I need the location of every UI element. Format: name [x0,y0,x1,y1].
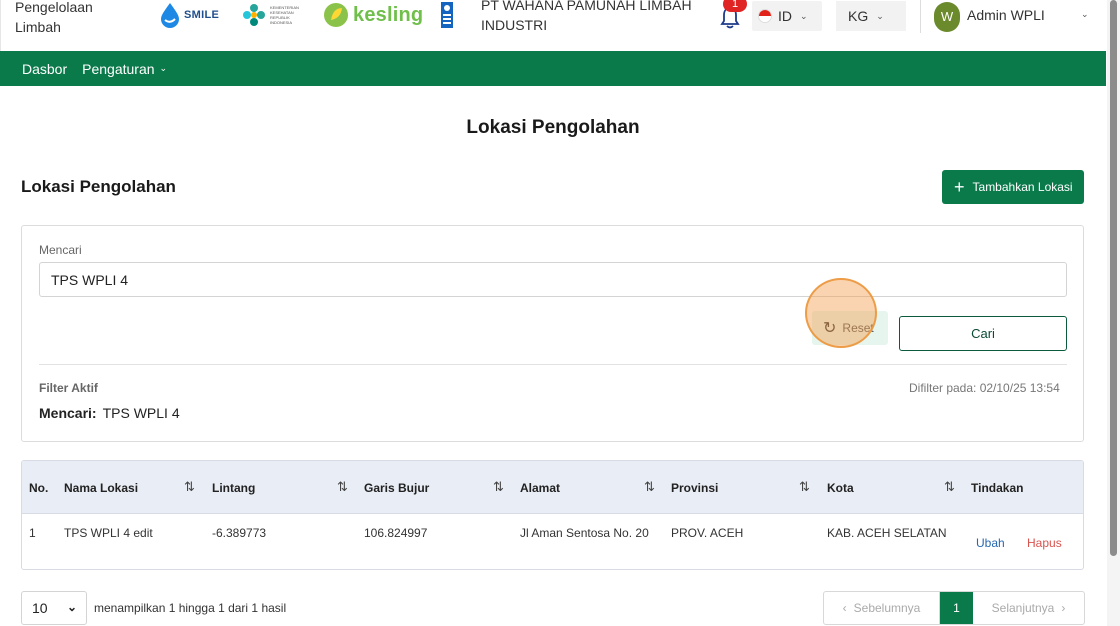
chevron-right-icon: › [1061,601,1066,615]
scrollbar-thumb[interactable] [1110,0,1117,556]
divider [920,0,921,33]
kesling-logo: kesling [323,2,423,28]
page-size-select[interactable]: 10 ⌄ [21,591,87,625]
cell-kota: KAB. ACEH SELATAN [827,526,947,540]
app-name: Pengelolaan Limbah [15,0,93,35]
active-filter-label: Filter Aktif [39,381,98,395]
chevron-left-icon: ‹ [842,601,847,615]
top-header: Pengelolaan Limbah SMILE KEMENTERIAN KES… [0,0,1106,51]
add-location-label: Tambahkan Lokasi [972,180,1073,194]
sort-icon[interactable]: ⇅ [493,479,504,495]
column-header-nama-lokasi[interactable]: Nama Lokasi [64,481,138,495]
undp-logo [441,2,453,28]
indonesia-flag-icon [758,9,772,23]
active-filter-value: TPS WPLI 4 [102,405,180,421]
kemkes-emblem-icon [243,4,265,26]
avatar[interactable]: W [934,2,960,32]
chevron-down-icon[interactable]: ⌄ [160,63,168,74]
user-menu-chevron-icon[interactable]: ⌄ [1081,9,1089,20]
results-summary: menampilkan 1 hingga 1 dari 1 hasil [94,601,287,615]
locations-table: No. Nama Lokasi ⇅ Lintang ⇅ Garis Bujur … [21,460,1084,570]
sort-icon[interactable]: ⇅ [799,479,810,495]
chevron-down-icon: ⌄ [800,10,808,21]
column-header-provinsi[interactable]: Provinsi [671,481,718,495]
plus-icon: + [954,177,965,197]
user-name[interactable]: Admin WPLI [967,7,1045,23]
next-label: Selanjutnya [991,601,1055,615]
smile-logo: SMILE [159,2,219,28]
delete-link[interactable]: Hapus [1027,536,1062,550]
sort-icon[interactable]: ⇅ [944,479,955,495]
page-size-value: 10 [32,600,48,616]
search-button[interactable]: Cari [899,316,1067,351]
table-header: No. Nama Lokasi ⇅ Lintang ⇅ Garis Bujur … [22,461,1083,514]
nav-item-pengaturan[interactable]: Pengaturan [82,61,154,77]
active-filter-key: Mencari: [39,405,97,421]
column-header-lintang[interactable]: Lintang [212,481,255,495]
notification-count-badge: 1 [723,0,747,12]
reset-label: Reset [842,321,874,335]
cell-lintang: -6.389773 [212,526,267,540]
edit-link[interactable]: Ubah [976,536,1005,550]
cell-provinsi: PROV. ACEH [671,526,744,540]
divider [39,364,1067,365]
leaf-icon [324,3,348,27]
main-nav: Dasbor Pengaturan ⌄ [0,51,1106,86]
search-input[interactable] [39,262,1067,297]
language-label: ID [778,8,792,24]
cell-garis-bujur: 106.824997 [364,526,428,540]
column-header-no: No. [29,481,49,495]
next-page-button[interactable]: Selanjutnya › [973,592,1084,624]
cell-no: 1 [29,526,36,540]
sort-icon[interactable]: ⇅ [644,479,655,495]
search-label: Mencari [39,243,82,257]
column-header-kota[interactable]: Kota [827,481,854,495]
cell-alamat: Jl Aman Sentosa No. 20 [520,526,649,540]
unit-label: KG [848,8,869,24]
active-filter: Mencari: TPS WPLI 4 [39,405,180,421]
filtered-at-text: Difilter pada: 02/10/25 13:54 [909,381,1060,395]
company-name: PT WAHANA PAMUNAH LIMBAH INDUSTRI [481,0,692,33]
nav-item-dasbor[interactable]: Dasbor [22,61,67,77]
chevron-down-icon: ⌄ [66,600,77,614]
sort-icon[interactable]: ⇅ [337,479,348,495]
page-title: Lokasi Pengolahan [466,117,640,138]
unit-selector[interactable]: KG ⌄ [836,1,906,31]
section-title: Lokasi Pengolahan [21,177,176,196]
undp-icon [441,2,453,28]
sort-icon[interactable]: ⇅ [184,479,195,495]
refresh-icon: ↻ [823,320,837,337]
previous-label: Sebelumnya [853,601,921,615]
kemkes-logo: KEMENTERIAN KESEHATAN REPUBLIK INDONESIA [242,3,306,27]
previous-page-button[interactable]: ‹ Sebelumnya [824,592,940,624]
language-selector[interactable]: ID ⌄ [752,1,822,31]
column-header-alamat[interactable]: Alamat [520,481,560,495]
reset-button[interactable]: ↻ Reset [812,311,888,345]
column-header-garis-bujur[interactable]: Garis Bujur [364,481,429,495]
column-header-tindakan: Tindakan [971,481,1024,495]
water-drop-icon [161,3,179,28]
add-location-button[interactable]: + Tambahkan Lokasi [942,170,1084,204]
chevron-down-icon: ⌄ [876,10,884,21]
cell-nama-lokasi: TPS WPLI 4 edit [64,526,153,540]
pagination: ‹ Sebelumnya 1 Selanjutnya › [823,591,1085,625]
page-1-button[interactable]: 1 [940,592,973,624]
